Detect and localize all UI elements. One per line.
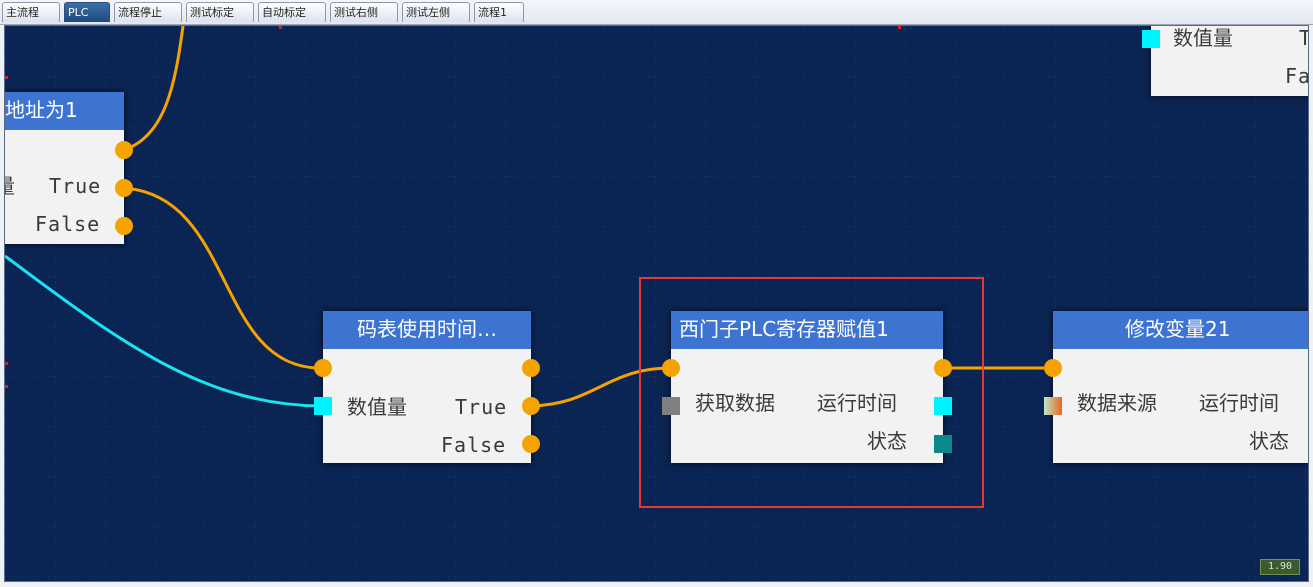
node-modify-variable[interactable]: 修改变量21 数据来源 运行时间 状态 bbox=[1053, 311, 1308, 463]
node-output-label: 运行时间 bbox=[1199, 391, 1279, 415]
node-title: 地址为1 bbox=[5, 92, 124, 130]
edge-marker bbox=[279, 26, 282, 29]
node-false-label: False bbox=[35, 212, 101, 236]
tab-test-calibration[interactable]: 测试标定 bbox=[186, 2, 254, 22]
node-meter-time[interactable]: 码表使用时间… 数值量 True False bbox=[323, 311, 531, 463]
selection-highlight bbox=[639, 277, 984, 508]
tab-flow-1[interactable]: 流程1 bbox=[474, 2, 524, 22]
node-false-label: False bbox=[441, 433, 507, 457]
data-input-port[interactable] bbox=[1142, 30, 1160, 48]
node-address[interactable]: 地址为1 量 True False bbox=[5, 92, 124, 244]
false-output-port[interactable] bbox=[115, 217, 133, 235]
flow-input-port[interactable] bbox=[314, 359, 332, 377]
tab-auto-calibration[interactable]: 自动标定 bbox=[258, 2, 326, 22]
tab-flow-stop[interactable]: 流程停止 bbox=[114, 2, 182, 22]
tab-plc[interactable]: PLC bbox=[64, 2, 110, 22]
node-input-label: 数值量 bbox=[347, 395, 407, 419]
tab-bar: 主流程 PLC 流程停止 测试标定 自动标定 测试右侧 测试左侧 流程1 bbox=[0, 0, 1313, 25]
node-status-label: 状态 bbox=[1249, 429, 1289, 453]
node-true-label: Tr bbox=[1299, 26, 1308, 50]
edge-marker bbox=[5, 385, 8, 388]
edge-marker bbox=[5, 76, 8, 79]
node-input-label: 数值量 bbox=[1173, 26, 1233, 50]
flow-output-port[interactable] bbox=[522, 359, 540, 377]
data-source-input-port[interactable] bbox=[1044, 397, 1062, 415]
true-output-port[interactable] bbox=[115, 179, 133, 197]
node-input-label: 量 bbox=[5, 174, 15, 198]
node-top-right[interactable]: 数值量 Tr Fal bbox=[1151, 26, 1308, 96]
node-title: 修改变量21 bbox=[1053, 311, 1308, 349]
node-title: 码表使用时间… bbox=[323, 311, 531, 349]
flow-input-port[interactable] bbox=[1044, 359, 1062, 377]
tab-main-flow[interactable]: 主流程 bbox=[2, 2, 60, 22]
edge-marker bbox=[898, 26, 901, 29]
false-output-port[interactable] bbox=[522, 435, 540, 453]
node-true-label: True bbox=[455, 395, 508, 419]
edge-marker bbox=[5, 362, 8, 365]
tab-test-right[interactable]: 测试右侧 bbox=[330, 2, 398, 22]
zoom-level: 1.90 bbox=[1260, 559, 1300, 575]
tab-test-left[interactable]: 测试左侧 bbox=[402, 2, 470, 22]
node-false-label: Fal bbox=[1285, 64, 1308, 88]
data-input-port[interactable] bbox=[314, 397, 332, 415]
node-input-label: 数据来源 bbox=[1077, 391, 1157, 415]
true-output-port[interactable] bbox=[522, 397, 540, 415]
flow-output-port[interactable] bbox=[115, 141, 133, 159]
node-true-label: True bbox=[49, 174, 102, 198]
flow-canvas[interactable]: 地址为1 量 True False 码表使用时间… 数值量 True False… bbox=[4, 25, 1309, 582]
